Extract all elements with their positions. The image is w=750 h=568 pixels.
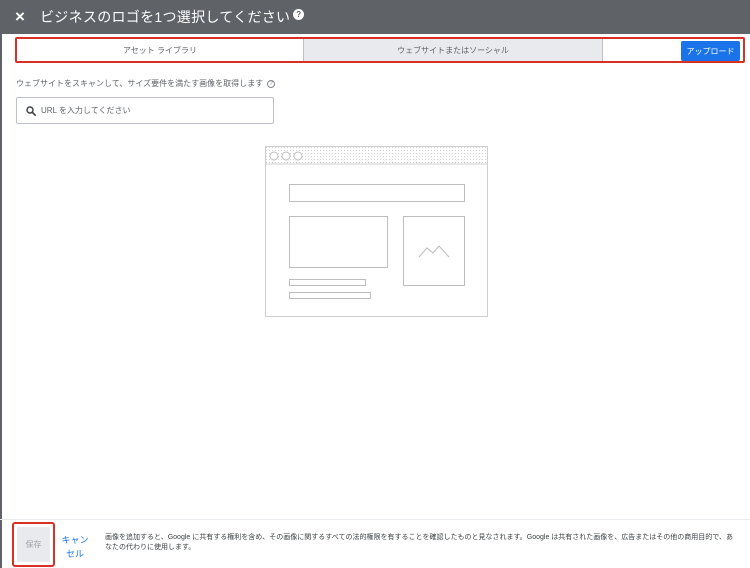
- cancel-button[interactable]: キャンセル: [60, 533, 90, 561]
- legal-notice: 画像を追加すると、Google に共有する権利を含め、その画像に関するすべての法…: [105, 534, 734, 551]
- tab-asset-library[interactable]: アセット ライブラリ: [17, 39, 303, 61]
- help-icon[interactable]: ?: [267, 79, 276, 88]
- scan-description-text: ウェブサイトをスキャンして、サイズ要件を満たす画像を取得します: [16, 79, 264, 88]
- background-edge: [0, 34, 2, 568]
- url-input[interactable]: URL を入力してください: [16, 97, 274, 124]
- upload-button[interactable]: アップロード: [681, 41, 740, 61]
- footer-divider: [0, 519, 750, 520]
- help-icon[interactable]: ?: [293, 9, 305, 20]
- website-placeholder-illustration: [265, 146, 488, 317]
- dialog-header: × ビジネスのロゴを1つ選択してください?: [0, 0, 750, 34]
- url-input-placeholder: URL を入力してください: [41, 106, 131, 115]
- tab-website-or-social[interactable]: ウェブサイトまたはソーシャル: [303, 39, 603, 61]
- source-tabs: アセット ライブラリ ウェブサイトまたはソーシャル アップロード: [15, 37, 745, 63]
- save-button-highlight: 保存: [12, 522, 55, 567]
- dialog-title-text: ビジネスのロゴを1つ選択してください: [40, 9, 291, 25]
- dialog-title: ビジネスのロゴを1つ選択してください?: [40, 7, 305, 27]
- search-icon: [26, 105, 36, 116]
- close-icon[interactable]: ×: [0, 0, 40, 34]
- scan-description: ウェブサイトをスキャンして、サイズ要件を満たす画像を取得します ?: [16, 78, 276, 89]
- save-button[interactable]: 保存: [17, 527, 50, 562]
